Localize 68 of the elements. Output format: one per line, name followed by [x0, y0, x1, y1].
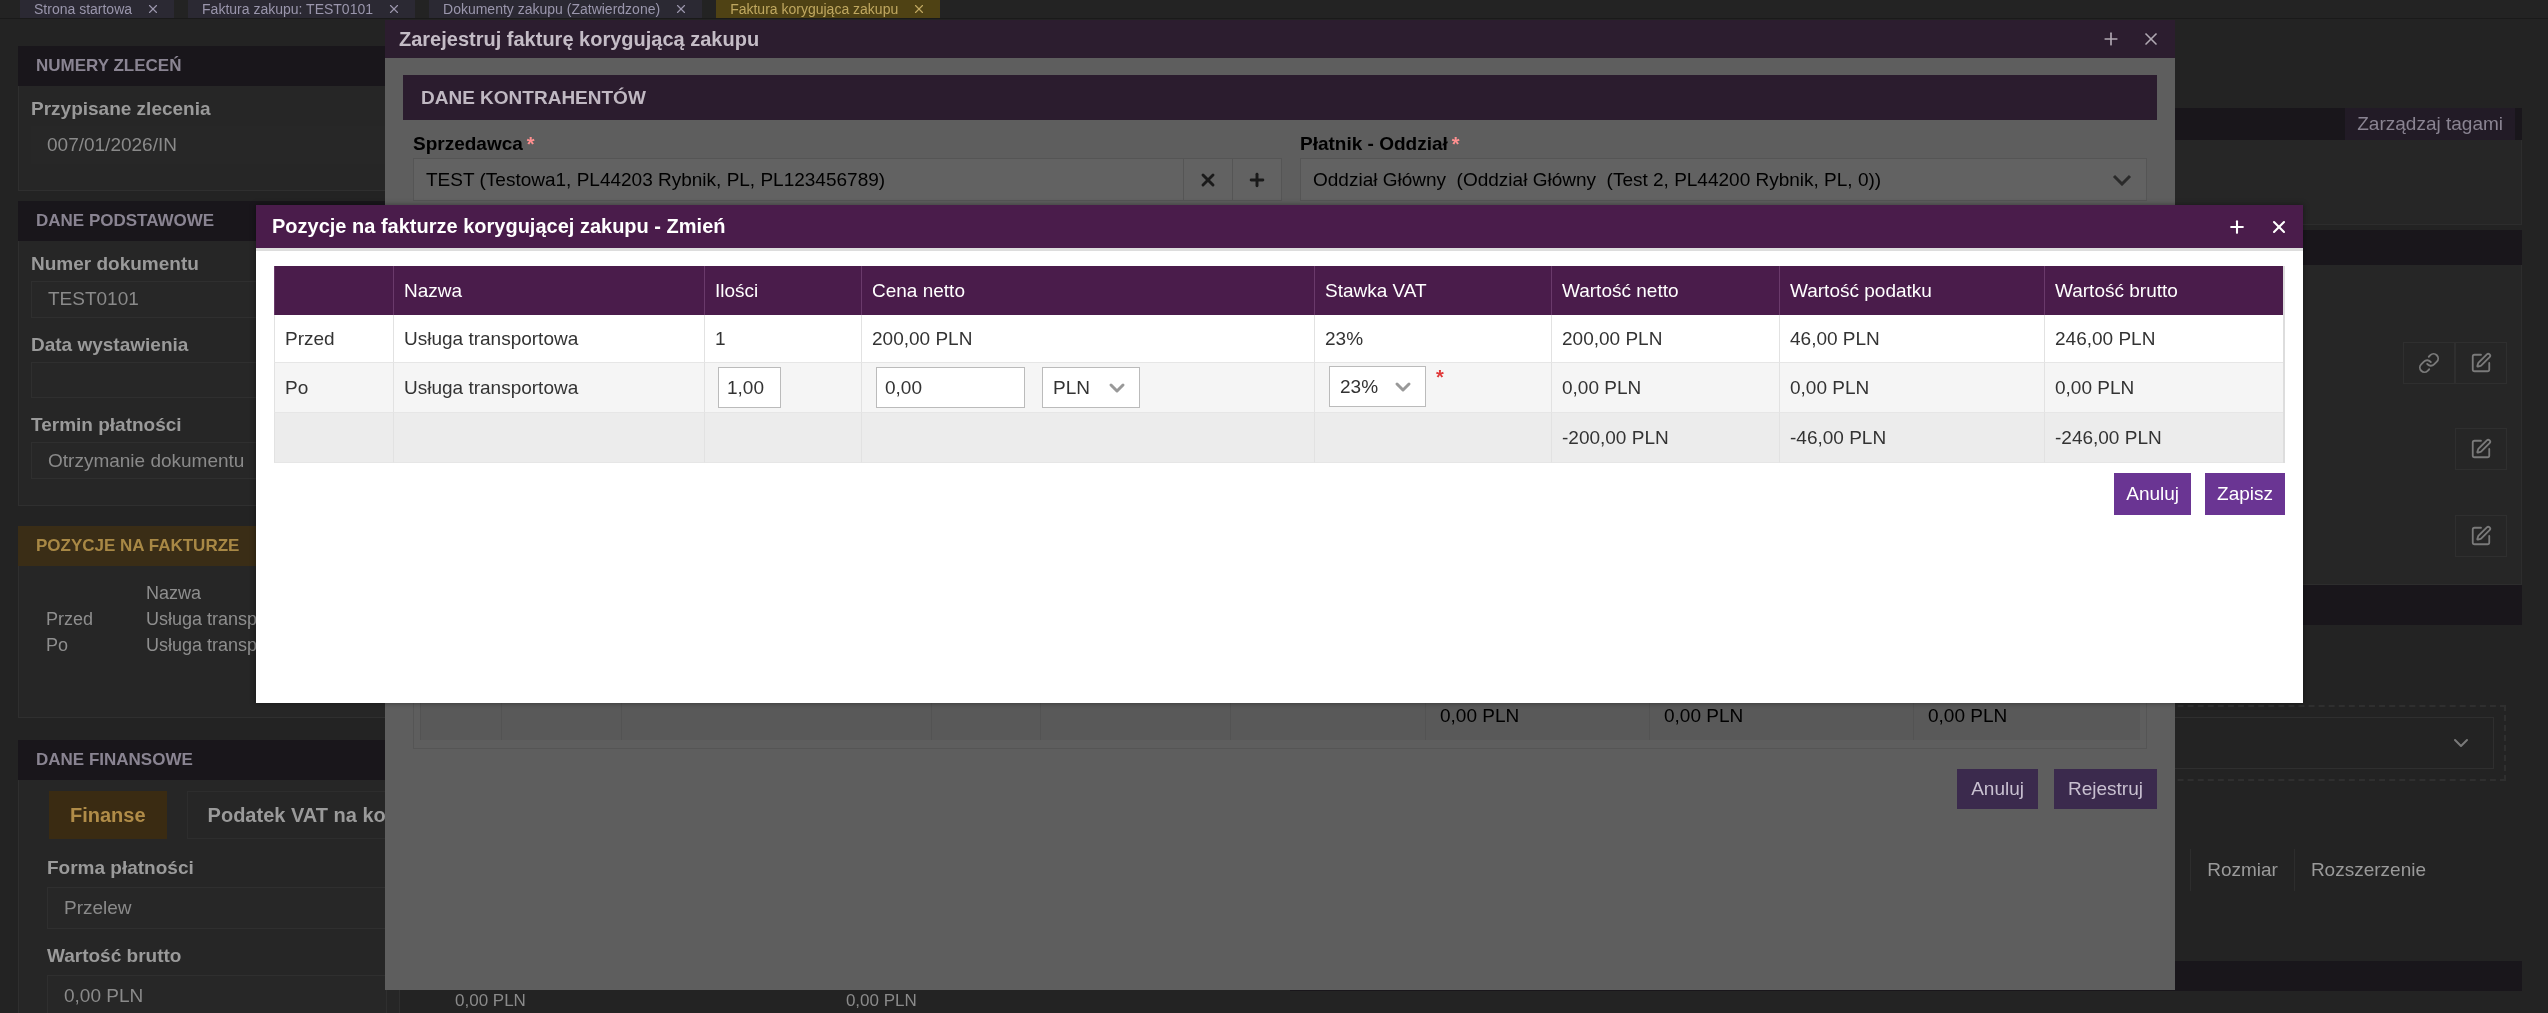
table-cell: 200,00 PLN: [1551, 315, 1779, 363]
edit-icon[interactable]: [2455, 515, 2507, 557]
currency-select[interactable]: PLN: [1042, 367, 1140, 408]
edit-icon[interactable]: [2455, 428, 2507, 470]
text-field[interactable]: Przelew: [47, 887, 387, 929]
field-label: Wartość brutto: [47, 945, 182, 968]
chevron-icon: [2112, 173, 2132, 186]
page-tab[interactable]: Faktura zakupu: TEST0101: [188, 0, 415, 18]
value-text: 0,00 PLN: [455, 991, 526, 1012]
row-label: Po: [45, 634, 69, 656]
seller-field[interactable]: TEST (Testowa1, PL44203 Rybnik, PL, PL123456789): [413, 158, 1282, 201]
field-label: Przypisane zlecenia: [31, 98, 211, 120]
value-text: 0,00 PLN: [845, 991, 917, 1012]
required-mark: *: [1436, 366, 1444, 389]
column-header: Rozmiar: [2190, 849, 2294, 891]
table-cell: Usługa transportowa: [393, 363, 704, 413]
dialog-title: Zarejestruj fakturę korygującą zakupu: [399, 27, 760, 51]
section-header: DANE KONTRAHENTÓW: [403, 75, 2157, 120]
field-label: Numer dokumentu: [31, 253, 199, 275]
quantity-input[interactable]: 1,00: [718, 367, 781, 408]
payer-select[interactable]: Oddział Główny (Oddział Główny (Test 2, PL44200 Rybnik, PL, 0)): [1300, 158, 2147, 201]
table-cell: 46,00 PLN: [1779, 315, 2044, 363]
cancel-button[interactable]: Anuluj: [2114, 473, 2192, 515]
register-button[interactable]: Rejestruj: [2054, 769, 2157, 809]
required-mark: *: [1451, 132, 1460, 156]
table-cell: 0,00 PLN: [2044, 363, 2283, 413]
field-label: Termin płatności: [31, 414, 182, 437]
page-tab[interactable]: Strona startowa: [20, 0, 175, 18]
item-name: Usługa transp: [145, 608, 258, 630]
field-label: Płatnik - Oddział: [1300, 133, 1448, 155]
table-cell: 246,00 PLN: [2044, 315, 2283, 363]
table-cell: -246,00 PLN: [2044, 413, 2283, 463]
cancel-button[interactable]: Anuluj: [1957, 769, 2038, 809]
required-mark: *: [526, 132, 535, 156]
page-tab[interactable]: Faktura korygująca zakupu: [716, 0, 941, 18]
column-header: Wartość netto: [1551, 266, 1779, 315]
row-label: Przed: [45, 608, 94, 630]
save-button[interactable]: Zapisz: [2205, 473, 2285, 515]
table-cell: 200,00 PLN: [861, 315, 1314, 363]
item-name: Usługa transp: [145, 634, 258, 656]
table-cell: Przed: [274, 315, 393, 363]
table-cell: 1: [704, 315, 861, 363]
manage-tags-button[interactable]: Zarządzaj tagami: [2345, 108, 2515, 140]
field-label: Sprzedawca: [413, 133, 523, 155]
table-cell: Po: [274, 363, 393, 413]
column-header: Stawka VAT: [1314, 266, 1551, 315]
column-header: Nazwa: [393, 266, 704, 315]
column-header: Ilości: [704, 266, 861, 315]
vat-select[interactable]: 23%: [1329, 366, 1426, 407]
text-field[interactable]: 0,00 PLN: [47, 975, 387, 1013]
table-cell: Usługa transportowa: [393, 315, 704, 363]
table-cell: -46,00 PLN: [1779, 413, 2044, 463]
column-header: Rozszerzenie: [2293, 849, 2442, 891]
field-label: Forma płatności: [47, 857, 194, 880]
edit-icon[interactable]: [2455, 342, 2507, 384]
link-icon[interactable]: [2403, 342, 2455, 384]
page-tab[interactable]: Dokumenty zakupu (Zatwierdzone): [429, 0, 703, 18]
column-header: Wartość brutto: [2044, 266, 2283, 315]
table-cell: -200,00 PLN: [1551, 413, 1779, 463]
table-cell: 0,00 PLN: [1779, 363, 2044, 413]
column-header: Cena netto: [861, 266, 1314, 315]
column-header: Wartość podatku: [1779, 266, 2044, 315]
table-cell: 23%: [1314, 315, 1551, 363]
field-label: Data wystawienia: [31, 333, 189, 356]
finance-tab[interactable]: Finanse: [49, 791, 167, 839]
price-input[interactable]: 0,00: [876, 367, 1025, 408]
column-header: Nazwa: [145, 582, 202, 604]
table-cell: 0,00 PLN: [1551, 363, 1779, 413]
